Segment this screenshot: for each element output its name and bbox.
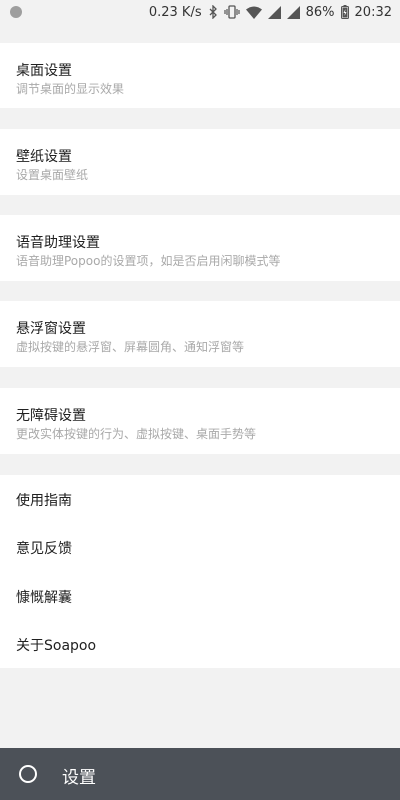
vibrate-icon — [224, 5, 240, 19]
circle-icon[interactable] — [19, 765, 37, 783]
wifi-icon — [245, 6, 262, 19]
menu-item-label: 关于Soapoo — [16, 638, 97, 654]
card-title: 悬浮窗设置 — [16, 321, 86, 337]
menu-item-label: 慷慨解囊 — [16, 590, 72, 606]
menu-item-guide[interactable]: 使用指南 — [0, 475, 400, 523]
signal-icon-2 — [286, 5, 300, 19]
battery-percentage: 86% — [305, 4, 335, 20]
menu-item-label: 使用指南 — [16, 493, 72, 509]
card-subtitle: 语音助理Popoo的设置项，如是否启用闲聊模式等 — [16, 254, 281, 268]
menu-item-about[interactable]: 关于Soapoo — [0, 620, 400, 668]
bottom-bar: 设置 — [0, 748, 400, 800]
card-title: 壁纸设置 — [16, 149, 72, 165]
settings-card-floating-window[interactable]: 悬浮窗设置 虚拟按键的悬浮窗、屏幕圆角、通知浮窗等 — [0, 301, 400, 367]
settings-card-desktop[interactable]: 桌面设置 调节桌面的显示效果 — [0, 43, 400, 108]
clock: 20:32 — [354, 4, 392, 20]
card-title: 语音助理设置 — [16, 235, 100, 251]
bluetooth-icon — [209, 5, 217, 19]
menu-item-feedback[interactable]: 意见反馈 — [0, 523, 400, 571]
notification-area — [10, 6, 22, 18]
card-subtitle: 更改实体按键的行为、虚拟按键、桌面手势等 — [16, 427, 257, 441]
network-speed: 0.23 K/s — [148, 4, 202, 20]
card-subtitle: 设置桌面壁纸 — [16, 168, 89, 182]
card-subtitle: 虚拟按键的悬浮窗、屏幕圆角、通知浮窗等 — [16, 340, 245, 354]
settings-card-accessibility[interactable]: 无障碍设置 更改实体按键的行为、虚拟按键、桌面手势等 — [0, 388, 400, 454]
menu-item-label: 意见反馈 — [16, 541, 72, 557]
card-title: 桌面设置 — [16, 63, 72, 79]
menu-list: 使用指南 意见反馈 慷慨解囊 关于Soapoo — [0, 475, 400, 668]
card-title: 无障碍设置 — [16, 408, 86, 424]
battery-charging-icon — [340, 5, 349, 19]
notification-dot-icon — [10, 6, 22, 18]
menu-item-donate[interactable]: 慷慨解囊 — [0, 572, 400, 620]
card-subtitle: 调节桌面的显示效果 — [16, 82, 125, 96]
page-title: 设置 — [62, 768, 96, 788]
signal-icon — [267, 5, 281, 19]
settings-card-wallpaper[interactable]: 壁纸设置 设置桌面壁纸 — [0, 129, 400, 195]
status-bar: 0.23 K/s 86% 20:32 — [0, 0, 400, 24]
settings-card-voice-assistant[interactable]: 语音助理设置 语音助理Popoo的设置项，如是否启用闲聊模式等 — [0, 215, 400, 281]
status-indicators: 0.23 K/s 86% 20:32 — [149, 0, 392, 24]
